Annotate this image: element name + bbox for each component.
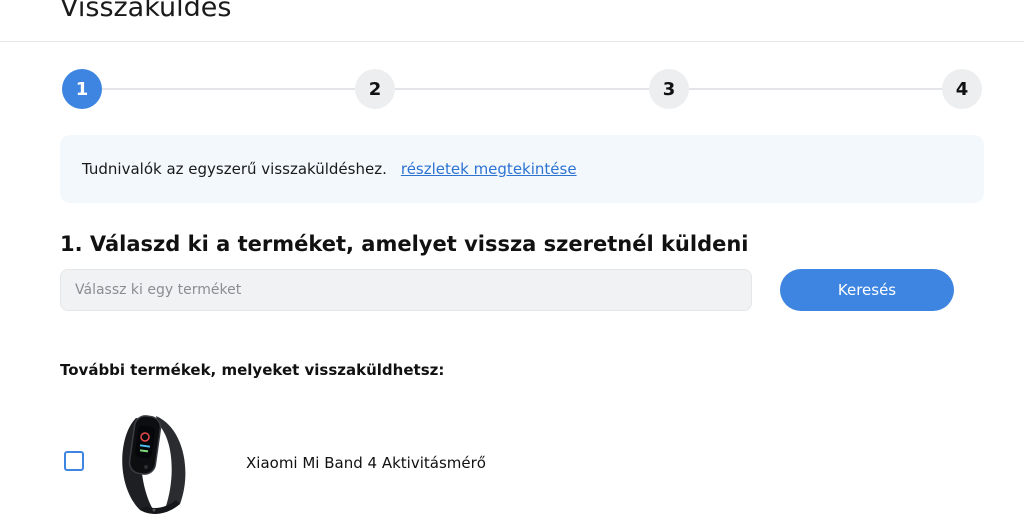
page-title: Visszaküldés bbox=[60, 0, 232, 23]
product-name: Xiaomi Mi Band 4 Aktivitásmérő bbox=[246, 454, 486, 472]
fitness-band-image bbox=[122, 415, 186, 514]
search-button[interactable]: Keresés bbox=[780, 269, 954, 311]
product-list-item: Xiaomi Mi Band 4 Aktivitásmérő bbox=[60, 400, 960, 526]
step-3[interactable]: 3 bbox=[649, 69, 689, 109]
more-products-heading: További termékek, melyeket visszaküldhet… bbox=[60, 361, 445, 379]
section-heading: 1. Válaszd ki a terméket, amelyet vissza… bbox=[60, 232, 749, 256]
step-connector bbox=[689, 88, 944, 90]
info-text: Tudnivalók az egyszerű visszaküldéshez. bbox=[82, 160, 387, 178]
product-search-input[interactable] bbox=[60, 269, 752, 311]
info-box: Tudnivalók az egyszerű visszaküldéshez. … bbox=[60, 135, 984, 203]
step-2[interactable]: 2 bbox=[355, 69, 395, 109]
details-link[interactable]: részletek megtekintése bbox=[401, 160, 577, 178]
step-connector bbox=[395, 88, 649, 90]
step-1[interactable]: 1 bbox=[62, 69, 102, 109]
product-checkbox[interactable] bbox=[64, 451, 84, 471]
step-connector bbox=[102, 88, 355, 90]
title-divider bbox=[0, 41, 1024, 42]
stepper: 1 2 3 4 bbox=[62, 69, 984, 109]
step-4[interactable]: 4 bbox=[942, 69, 982, 109]
